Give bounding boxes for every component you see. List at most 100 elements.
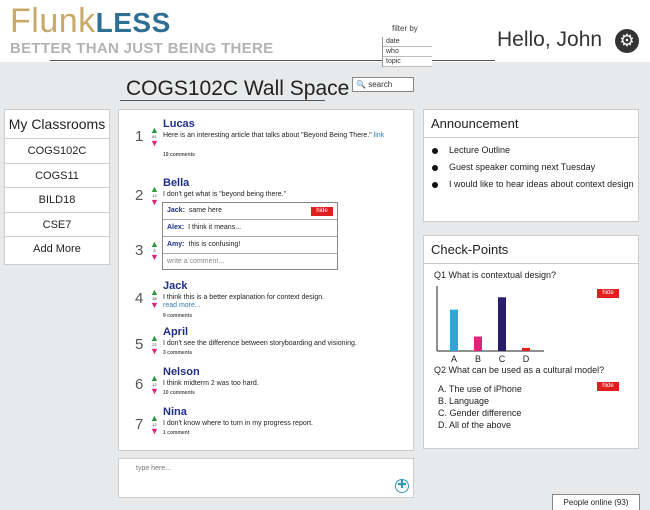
- downvote-icon[interactable]: ▼: [150, 198, 159, 207]
- upvote-icon[interactable]: ▲: [150, 126, 159, 135]
- downvote-icon[interactable]: ▼: [150, 253, 159, 262]
- gear-icon[interactable]: ⚙: [615, 29, 639, 53]
- hide-button[interactable]: hide: [597, 289, 619, 298]
- classrooms-title: My Classrooms: [5, 110, 109, 139]
- search-input[interactable]: 🔍 search: [352, 77, 414, 92]
- post-link[interactable]: link: [374, 132, 385, 139]
- comment-input[interactable]: write a comment...: [163, 254, 337, 270]
- post-text: Here is an interesting article that talk…: [163, 131, 408, 140]
- post-author[interactable]: April: [163, 326, 188, 338]
- post-author[interactable]: Bella: [163, 177, 189, 189]
- comments-count[interactable]: 10 comments: [163, 390, 195, 396]
- people-online-button[interactable]: People online (93): [552, 494, 640, 510]
- filter-option-date[interactable]: date: [383, 37, 432, 47]
- filter-option-who[interactable]: who: [383, 47, 432, 57]
- downvote-icon[interactable]: ▼: [150, 139, 159, 148]
- downvote-icon[interactable]: ▼: [150, 387, 159, 396]
- hide-button[interactable]: hide: [597, 382, 619, 391]
- post-author[interactable]: Jack: [163, 280, 187, 292]
- announcement-text: I would like to hear ideas about context…: [449, 179, 634, 189]
- comment-thread: Jack: same here hide Alex: I think it mean…: [162, 202, 338, 270]
- search-placeholder: search: [368, 80, 393, 89]
- logo[interactable]: FlunkLESS: [10, 3, 171, 41]
- post-composer: type here... ✚: [118, 458, 414, 498]
- comments-count[interactable]: 9 comments: [163, 313, 192, 319]
- filter-dropdown[interactable]: filter by date who topic: [382, 21, 432, 69]
- post-number: 1: [135, 128, 144, 145]
- reply-text: this is confusing!: [188, 241, 241, 248]
- post-number: 6: [135, 376, 144, 393]
- answer-option-c[interactable]: C. Gender difference: [438, 408, 521, 418]
- classroom-item-cogs102c[interactable]: COGS102C: [5, 139, 109, 164]
- search-icon: 🔍: [356, 80, 366, 89]
- vote-control: ▲ 38 ▼: [150, 288, 159, 310]
- answer-option-d[interactable]: D. All of the above: [438, 420, 511, 430]
- comments-count[interactable]: 3 comments: [163, 350, 192, 356]
- classroom-item-cogs11[interactable]: COGS11: [5, 164, 109, 188]
- upvote-icon[interactable]: ▲: [150, 185, 159, 194]
- bullet-icon: [432, 182, 438, 188]
- post-number: 5: [135, 336, 144, 353]
- downvote-icon[interactable]: ▼: [150, 301, 159, 310]
- checkpoints-panel: Check-Points Q1 What is contextual desig…: [423, 235, 639, 449]
- hide-button[interactable]: hide: [311, 207, 333, 216]
- answer-option-b[interactable]: B. Language: [438, 396, 489, 406]
- upvote-icon[interactable]: ▲: [150, 240, 159, 249]
- filter-options: date who topic: [382, 37, 432, 67]
- post-text: I don't get what is "beyond being there.…: [163, 191, 287, 198]
- post-text: I don't know where to turn in my progres…: [163, 420, 313, 427]
- chart-x-label-b: B: [475, 354, 481, 364]
- downvote-icon[interactable]: ▼: [150, 347, 159, 356]
- post-text: I think this is a better explanation for…: [163, 294, 325, 301]
- header: FlunkLESS BETTER THAN JUST BEING THERE f…: [0, 0, 650, 67]
- comments-count[interactable]: 1 comment: [163, 430, 189, 436]
- title-divider: [120, 100, 325, 101]
- reply-item: Amy: this is confusing!: [163, 237, 337, 254]
- user-greeting: Hello, John: [497, 28, 603, 51]
- reply-text: I think it means...: [188, 224, 242, 231]
- post-number: 2: [135, 187, 144, 204]
- chart-bars: [450, 297, 530, 351]
- upvote-icon[interactable]: ▲: [150, 374, 159, 383]
- filter-option-topic[interactable]: topic: [383, 57, 432, 67]
- read-more-link[interactable]: read more...: [163, 302, 201, 309]
- post-author[interactable]: Lucas: [163, 118, 195, 130]
- reply-author[interactable]: Amy:: [167, 241, 185, 248]
- vote-control: ▲ 8 ▼: [150, 240, 159, 262]
- classroom-item-cse7[interactable]: CSE7: [5, 213, 109, 237]
- downvote-icon[interactable]: ▼: [150, 427, 159, 436]
- answer-option-a[interactable]: A. The use of iPhone: [438, 384, 522, 394]
- logo-part1: Flunk: [10, 2, 96, 40]
- vote-control: ▲ 22 ▼: [150, 334, 159, 356]
- post-body: Here is an interesting article that talk…: [163, 132, 372, 139]
- classrooms-panel: My Classrooms COGS102C COGS11 BILD18 CSE…: [4, 109, 110, 265]
- add-post-icon[interactable]: ✚: [395, 479, 409, 493]
- post-input[interactable]: type here...: [136, 465, 171, 472]
- post-number: 4: [135, 290, 144, 307]
- vote-control: ▲ 12 ▼: [150, 414, 159, 436]
- reply-author[interactable]: Jack:: [167, 207, 185, 214]
- logo-part2: LESS: [95, 7, 171, 38]
- reply-author[interactable]: Alex:: [167, 224, 184, 231]
- post-author[interactable]: Nina: [163, 406, 187, 418]
- post-author[interactable]: Nelson: [163, 366, 200, 378]
- upvote-icon[interactable]: ▲: [150, 414, 159, 423]
- wall-feed: 1 ▲ 81 ▼ Lucas Here is an interesting ar…: [118, 109, 414, 451]
- chart-x-label-a: A: [451, 354, 457, 364]
- chart-x-labels: A B C D: [451, 354, 530, 364]
- add-more-button[interactable]: Add More: [5, 237, 109, 262]
- bullet-icon: [432, 148, 438, 154]
- post-number: 3: [135, 242, 144, 259]
- classroom-item-bild18[interactable]: BILD18: [5, 188, 109, 213]
- chart-x-label-c: C: [499, 354, 506, 364]
- filter-label: filter by: [392, 24, 418, 33]
- chart-bar-b: [474, 336, 482, 351]
- comments-count[interactable]: 19 comments: [163, 152, 195, 158]
- chart-bar-a: [450, 309, 458, 351]
- upvote-icon[interactable]: ▲: [150, 334, 159, 343]
- question-1: Q1 What is contextual design?: [434, 270, 557, 280]
- post-text: I think midterm 2 was too hard.: [163, 380, 259, 387]
- chart-x-label-d: D: [523, 354, 530, 364]
- upvote-icon[interactable]: ▲: [150, 288, 159, 297]
- question-2: Q2 What can be used as a cultural model?: [434, 365, 605, 375]
